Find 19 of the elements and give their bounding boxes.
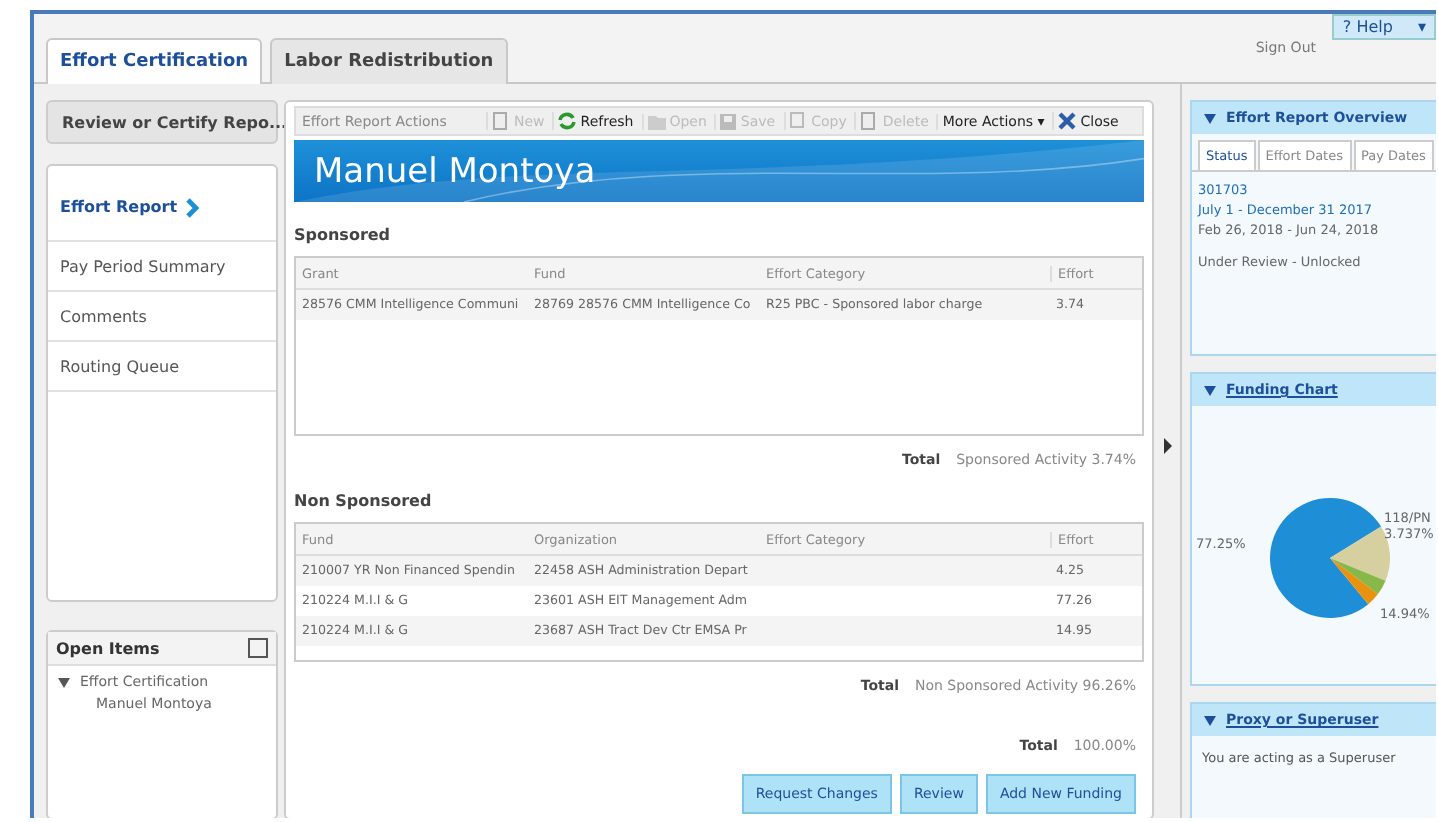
refresh-icon xyxy=(558,112,577,131)
section-title: Sponsored xyxy=(294,226,393,244)
expanded-triangle-icon[interactable] xyxy=(58,677,70,687)
maximize-icon[interactable] xyxy=(248,638,268,658)
close-icon xyxy=(1058,112,1077,131)
panel-title: Open Items xyxy=(56,639,160,657)
folder-icon xyxy=(647,113,666,130)
chevron-icon xyxy=(185,197,200,217)
employee-name: Manuel Montoya xyxy=(312,151,596,192)
collapse-triangle-icon[interactable] xyxy=(1204,385,1216,395)
expand-arrow-icon[interactable] xyxy=(1163,438,1171,454)
collapse-triangle-icon[interactable] xyxy=(1204,715,1216,725)
collapse-triangle-icon[interactable] xyxy=(1204,113,1216,123)
new-document-icon xyxy=(492,112,510,131)
tab[interactable]: Labor Redistribution xyxy=(270,38,508,84)
section-title: Non Sponsored xyxy=(294,492,434,510)
help-button[interactable]: ? Help ▾ xyxy=(1332,14,1436,40)
tab[interactable]: Effort Certification xyxy=(46,38,263,84)
save-icon xyxy=(720,113,737,130)
